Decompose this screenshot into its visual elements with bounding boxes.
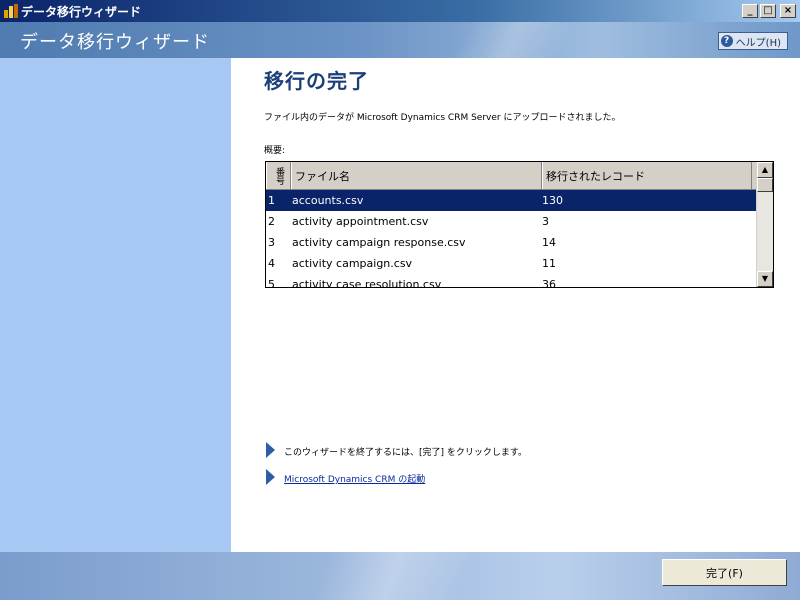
column-header-records[interactable]: 移行されたレコード bbox=[542, 162, 752, 189]
column-header-number[interactable]: 番号 bbox=[266, 162, 291, 189]
left-sidebar bbox=[0, 58, 231, 552]
row-records: 3 bbox=[542, 215, 549, 228]
table-row[interactable]: 1 accounts.csv 130 bbox=[266, 190, 756, 211]
triangle-right-icon bbox=[266, 469, 275, 485]
table-body: 1 accounts.csv 130 2 activity appointmen… bbox=[266, 190, 756, 288]
finish-button[interactable]: 完了(F) bbox=[662, 559, 787, 586]
table-row[interactable]: 3 activity campaign response.csv 14 bbox=[266, 232, 756, 253]
triangle-right-icon bbox=[266, 442, 275, 458]
wizard-footer: 完了(F) bbox=[0, 552, 800, 600]
summary-label: 概要: bbox=[264, 146, 286, 156]
row-number: 5 bbox=[268, 278, 275, 288]
table-header: 番号 ファイル名 移行されたレコード bbox=[266, 162, 773, 190]
row-file-name: activity appointment.csv bbox=[292, 215, 429, 228]
row-number: 1 bbox=[268, 194, 275, 207]
row-file-name: accounts.csv bbox=[292, 194, 364, 207]
help-icon: ? bbox=[720, 35, 733, 47]
arrow-up-icon[interactable]: ▲ bbox=[757, 162, 773, 178]
row-number: 3 bbox=[268, 236, 275, 249]
window-title: データ移行ウィザード bbox=[21, 4, 142, 19]
row-records: 14 bbox=[542, 236, 556, 249]
app-logo-icon bbox=[3, 3, 19, 19]
row-file-name: activity campaign response.csv bbox=[292, 236, 466, 249]
scrollbar-thumb[interactable] bbox=[757, 178, 773, 192]
help-label: ヘルプ(H) bbox=[735, 37, 781, 49]
row-number: 4 bbox=[268, 257, 275, 270]
vertical-scrollbar[interactable]: ▲ ▼ bbox=[756, 162, 773, 287]
row-number: 2 bbox=[268, 215, 275, 228]
window-controls: _ □ × bbox=[742, 4, 796, 18]
upload-description: ファイル内のデータが Microsoft Dynamics CRM Server… bbox=[264, 113, 621, 123]
row-records: 36 bbox=[542, 278, 556, 288]
finish-instruction: このウィザードを終了するには、[完了] をクリックします。 bbox=[284, 448, 527, 458]
table-row[interactable]: 4 activity campaign.csv 11 bbox=[266, 253, 756, 274]
wizard-header: データ移行ウィザード ? ヘルプ(H) bbox=[0, 22, 800, 58]
close-button[interactable]: × bbox=[780, 4, 796, 18]
row-file-name: activity campaign.csv bbox=[292, 257, 413, 270]
launch-crm-link[interactable]: Microsoft Dynamics CRM の起動 bbox=[284, 472, 425, 485]
wizard-title: データ移行ウィザード bbox=[20, 32, 210, 53]
table-row[interactable]: 5 activity case resolution.csv 36 bbox=[266, 274, 756, 288]
maximize-button[interactable]: □ bbox=[760, 4, 776, 18]
arrow-down-icon[interactable]: ▼ bbox=[757, 271, 773, 287]
summary-table[interactable]: 番号 ファイル名 移行されたレコード 1 accounts.csv 130 2 … bbox=[265, 161, 774, 288]
main-panel: 移行の完了 ファイル内のデータが Microsoft Dynamics CRM … bbox=[231, 58, 800, 552]
help-button[interactable]: ? ヘルプ(H) bbox=[717, 32, 788, 50]
column-header-file-name[interactable]: ファイル名 bbox=[291, 162, 542, 189]
row-records: 130 bbox=[542, 194, 563, 207]
table-row[interactable]: 2 activity appointment.csv 3 bbox=[266, 211, 756, 232]
page-title: 移行の完了 bbox=[264, 69, 369, 93]
row-file-name: activity case resolution.csv bbox=[292, 278, 442, 288]
row-records: 11 bbox=[542, 257, 556, 270]
minimize-button[interactable]: _ bbox=[742, 4, 758, 18]
title-bar: データ移行ウィザード _ □ × bbox=[0, 0, 800, 22]
